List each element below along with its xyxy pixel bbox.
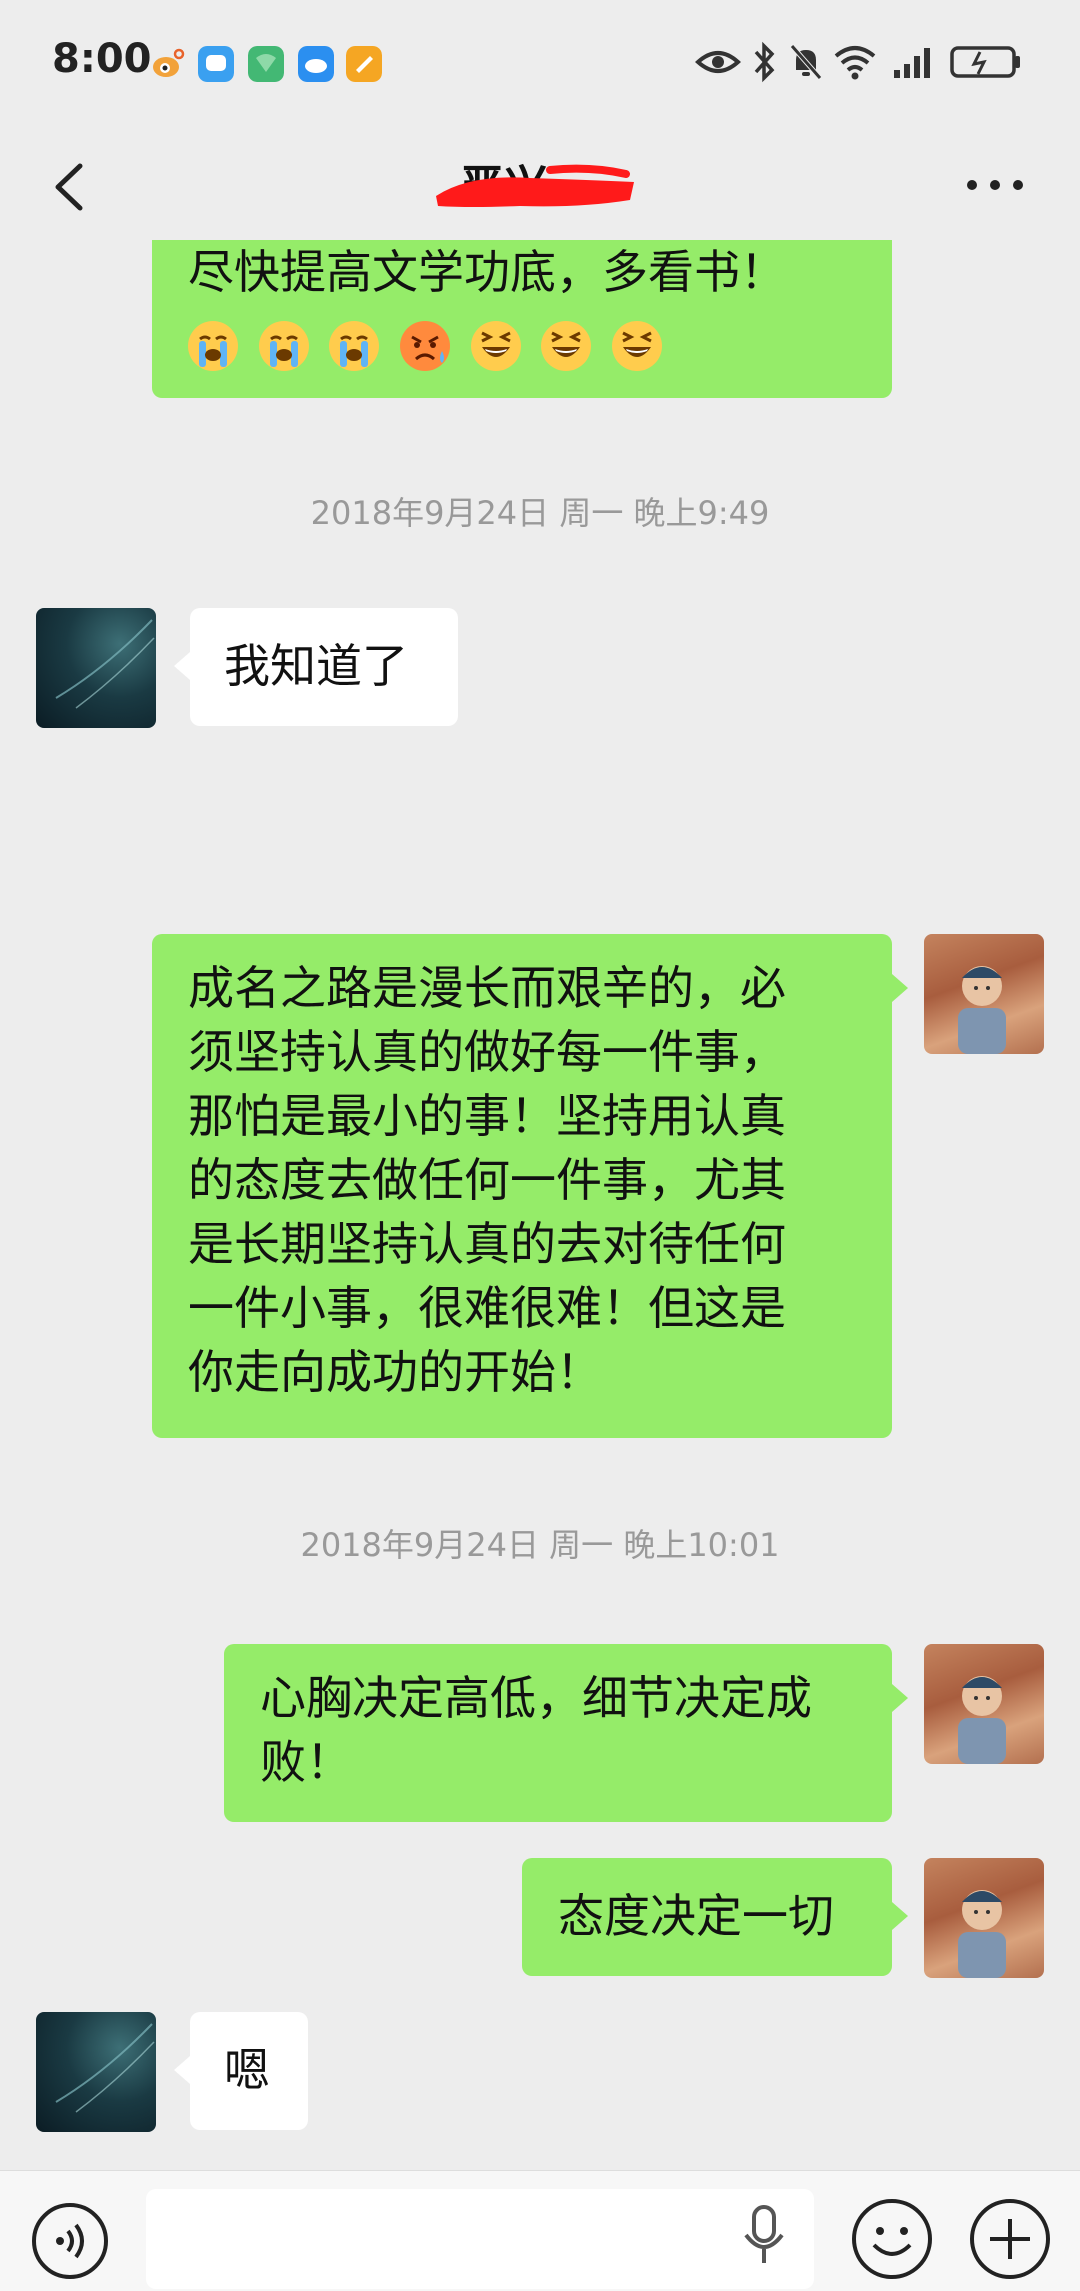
sent-message-bubble[interactable]: 成名之路是漫长而艰辛的，必 须坚持认真的做好每一件事， 那怕是最小的事！坚持用认… [152, 934, 908, 1438]
chat-input-bar [0, 2170, 1080, 2291]
laughing-face-icon [541, 320, 592, 371]
message-input[interactable] [146, 2189, 814, 2289]
laughing-face-icon [470, 320, 521, 371]
user-avatar[interactable] [924, 934, 1044, 1054]
user-avatar[interactable] [924, 1858, 1044, 1978]
message-text: 嗯 [224, 2043, 270, 2097]
message-app-icon [198, 46, 234, 82]
more-dots-icon[interactable] [960, 170, 1030, 200]
signal-app-icon [248, 46, 284, 82]
contact-avatar[interactable] [36, 2012, 156, 2132]
battery-icon [950, 46, 1020, 78]
message-text: 尽快提高文学功底，多看书！ [188, 245, 786, 299]
bluetooth-icon [754, 41, 775, 83]
message-text: 态度决定一切 [558, 1889, 834, 1943]
mute-bell-icon [790, 44, 822, 80]
message-list[interactable]: 尽快提高文学功底，多看书！ 2018年9月24日 周一 晚上9:49 我知道了 … [0, 240, 1080, 2160]
eye-icon [695, 51, 741, 73]
angry-sweat-face-icon [399, 320, 450, 371]
redaction-scribble [436, 164, 634, 207]
status-time: 8:00 [52, 36, 152, 82]
wifi-icon [834, 46, 876, 80]
message-text: 心胸决定高低，细节决定成 败！ [260, 1671, 812, 1789]
plus-icon[interactable] [966, 2195, 1054, 2283]
message-timestamp: 2018年9月24日 周一 晚上10:01 [300, 1526, 780, 1564]
cloud-app-icon [298, 46, 334, 82]
cell-signal-icon [894, 48, 930, 78]
loudly-crying-face-icon [329, 320, 380, 371]
emoji-icon[interactable] [848, 2195, 936, 2283]
message-text: 我知道了 [224, 639, 408, 693]
received-message-bubble[interactable]: 我知道了 [174, 608, 458, 726]
sent-message-bubble[interactable]: 态度决定一切 [522, 1858, 908, 1976]
loudly-crying-face-icon [188, 320, 238, 371]
received-message-bubble[interactable]: 嗯 [174, 2012, 308, 2130]
message-text: 成名之路是漫长而艰辛的，必 须坚持认真的做好每一件事， 那怕是最小的事！坚持用认… [188, 961, 786, 1399]
voice-icon[interactable] [28, 2199, 112, 2283]
emoji-row [188, 310, 856, 374]
user-avatar[interactable] [924, 1644, 1044, 1764]
laughing-face-icon [611, 320, 662, 371]
back-arrow-icon[interactable] [40, 152, 100, 222]
status-bar: 8:00 [0, 0, 1080, 120]
sent-message-bubble[interactable]: 心胸决定高低，细节决定成 败！ [224, 1644, 908, 1822]
loudly-crying-face-icon [258, 320, 309, 371]
sent-message-bubble[interactable]: 尽快提高文学功底，多看书！ [152, 240, 892, 398]
message-timestamp: 2018年9月24日 周一 晚上9:49 [310, 494, 770, 532]
notes-app-icon [346, 46, 382, 82]
contact-avatar[interactable] [36, 608, 156, 728]
chat-header: 严兴 [0, 130, 1080, 240]
microphone-icon[interactable] [740, 2201, 788, 2271]
weibo-icon [153, 48, 185, 77]
